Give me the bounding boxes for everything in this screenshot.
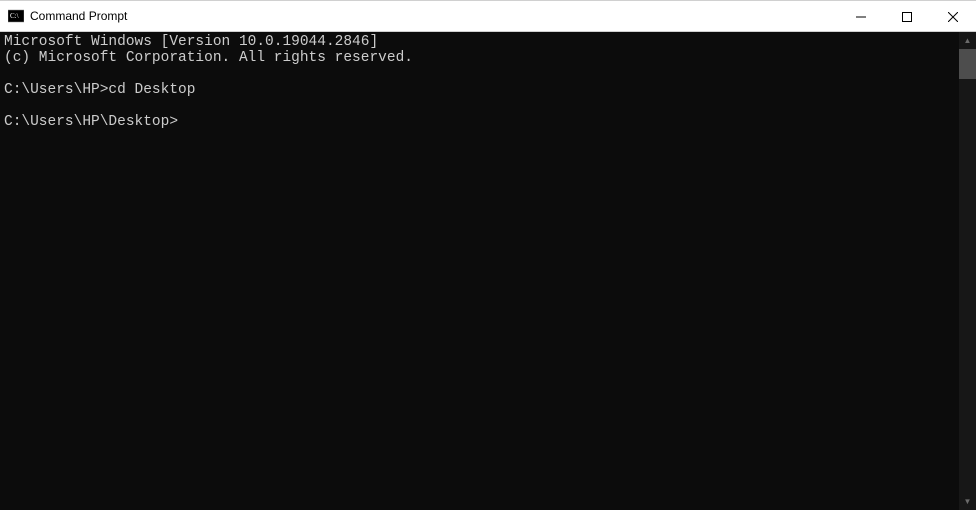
- cmd-icon: C:\: [8, 8, 24, 24]
- window-controls: [838, 1, 976, 31]
- maximize-icon: [902, 12, 912, 22]
- minimize-button[interactable]: [838, 1, 884, 32]
- scrollbar-thumb[interactable]: [959, 49, 976, 79]
- scrollbar-up-button[interactable]: ▲: [959, 32, 976, 49]
- close-icon: [948, 12, 958, 22]
- title-bar-left: C:\ Command Prompt: [0, 8, 838, 24]
- console-line: Microsoft Windows [Version 10.0.19044.28…: [4, 34, 378, 50]
- maximize-button[interactable]: [884, 1, 930, 32]
- close-button[interactable]: [930, 1, 976, 32]
- window-title: Command Prompt: [30, 9, 127, 23]
- scrollbar-down-button[interactable]: ▼: [959, 493, 976, 510]
- chevron-up-icon: ▲: [964, 37, 972, 45]
- console-line: (c) Microsoft Corporation. All rights re…: [4, 50, 413, 66]
- console-line: C:\Users\HP\Desktop>: [4, 114, 178, 130]
- title-bar[interactable]: C:\ Command Prompt: [0, 1, 976, 32]
- svg-text:C:\: C:\: [10, 12, 19, 20]
- command-prompt-window: C:\ Command Prompt: [0, 0, 976, 510]
- console-area: Microsoft Windows [Version 10.0.19044.28…: [0, 32, 976, 510]
- chevron-down-icon: ▼: [964, 498, 972, 506]
- console-output[interactable]: Microsoft Windows [Version 10.0.19044.28…: [0, 32, 959, 510]
- minimize-icon: [856, 12, 866, 22]
- scrollbar-track[interactable]: [959, 49, 976, 493]
- vertical-scrollbar[interactable]: ▲ ▼: [959, 32, 976, 510]
- console-line: C:\Users\HP>cd Desktop: [4, 82, 195, 98]
